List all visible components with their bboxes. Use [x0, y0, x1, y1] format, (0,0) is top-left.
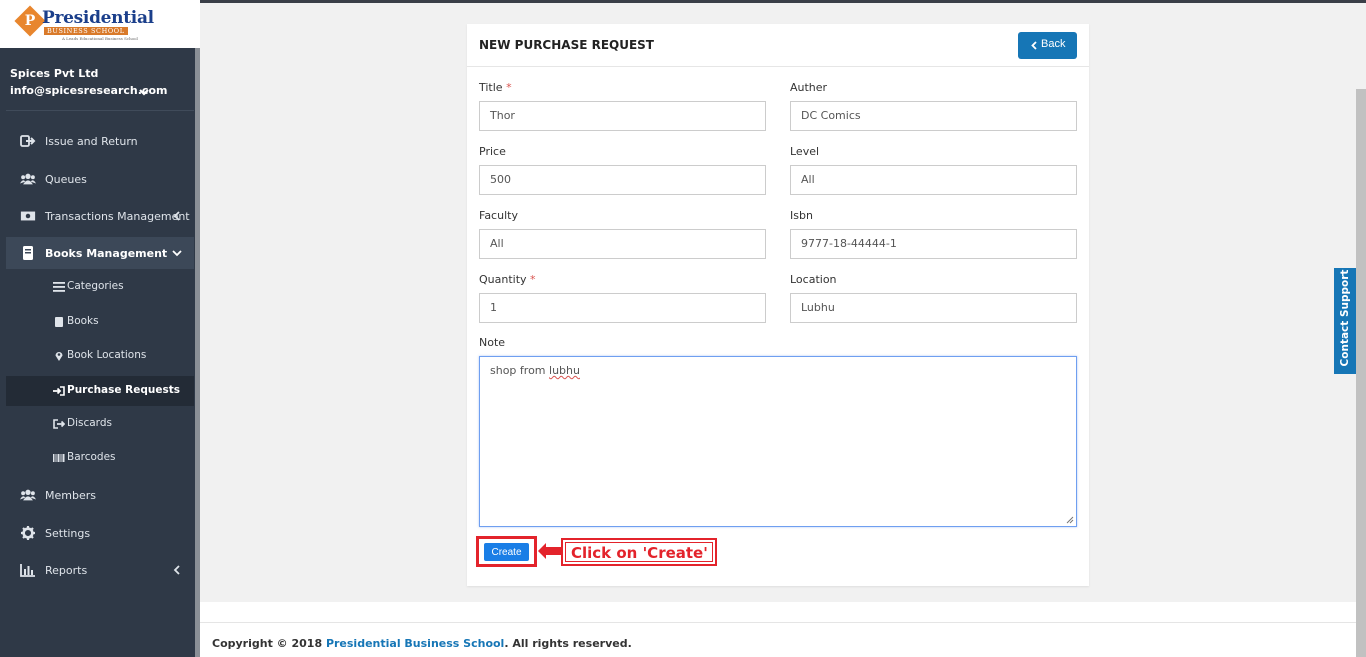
sidebar-subitem-label: Purchase Requests [67, 384, 180, 396]
sidebar-subitem-book-locations[interactable]: Book Locations [6, 341, 194, 371]
divider [6, 110, 194, 111]
sidebar-subitem-label: Barcodes [67, 451, 116, 463]
sidebar-item-settings[interactable]: Settings [6, 517, 194, 549]
chevron-left-icon [1031, 41, 1037, 50]
required-mark: * [506, 81, 512, 94]
faculty-label: Faculty [479, 209, 518, 222]
logo-name: Presidential [42, 8, 154, 28]
arrow-left-icon [538, 543, 562, 559]
sidebar-item-label: Transactions Management [45, 210, 190, 223]
book-icon [23, 246, 33, 260]
list-icon [53, 282, 65, 292]
back-button[interactable]: Back [1018, 32, 1077, 59]
auther-label: Auther [790, 81, 828, 94]
sign-out-icon [53, 419, 65, 429]
logo[interactable]: P Presidential BUSINESS SCHOOL A Leads E… [0, 0, 200, 48]
sidebar-item-issue-and-return[interactable]: Issue and Return [6, 125, 194, 157]
spellcheck-flagged-word: lubhu [549, 364, 580, 377]
quantity-label: Quantity * [479, 273, 536, 286]
copyright-text: Copyright © 2018 Presidential Business S… [212, 637, 632, 650]
map-marker-icon [55, 352, 63, 361]
sign-out-icon [20, 135, 36, 147]
chevron-down-icon [172, 250, 182, 257]
note-text: shop from [490, 364, 550, 377]
back-button-label: Back [1041, 38, 1066, 50]
sidebar-item-label: Reports [45, 564, 88, 577]
sidebar-subitem-books[interactable]: Books [6, 307, 194, 337]
money-icon [20, 211, 36, 221]
book-icon [55, 317, 63, 327]
chevron-down-icon[interactable] [138, 86, 150, 98]
location-input[interactable]: Lubhu [790, 293, 1077, 323]
resize-handle-icon[interactable] [1066, 516, 1074, 524]
purchase-request-form: NEW PURCHASE REQUEST Back Title * Thor A… [467, 24, 1089, 586]
sidebar-subitem-barcodes[interactable]: Barcodes [6, 443, 194, 473]
sidebar-subitem-label: Book Locations [67, 349, 147, 361]
barcode-icon [53, 454, 65, 462]
sidebar: P Presidential BUSINESS SCHOOL A Leads E… [0, 0, 200, 657]
footer: Copyright © 2018 Presidential Business S… [200, 622, 1356, 657]
location-label: Location [790, 273, 837, 286]
level-label: Level [790, 145, 820, 158]
gear-icon [21, 526, 35, 540]
sidebar-item-queues[interactable]: Queues [6, 163, 194, 195]
chevron-left-icon [173, 211, 180, 221]
form-header: NEW PURCHASE REQUEST Back [467, 24, 1089, 67]
sidebar-subitem-purchase-requests[interactable]: Purchase Requests [6, 376, 194, 406]
contact-support-tab[interactable]: Contact Support [1334, 268, 1356, 374]
company-name: Spices Pvt Ltd [10, 67, 99, 80]
users-icon [20, 173, 36, 185]
sidebar-subitem-categories[interactable]: Categories [6, 272, 194, 302]
logo-subtitle: BUSINESS SCHOOL [44, 27, 128, 35]
sidebar-subitem-label: Discards [67, 417, 112, 429]
sidebar-item-label: Settings [45, 527, 91, 540]
quantity-input[interactable]: 1 [479, 293, 766, 323]
users-icon [20, 489, 36, 501]
sidebar-item-label: Members [45, 489, 96, 502]
logo-mark: P [14, 5, 46, 37]
sidebar-item-label: Queues [45, 173, 87, 186]
footer-link[interactable]: Presidential Business School [326, 637, 504, 650]
price-input[interactable]: 500 [479, 165, 766, 195]
logo-tagline: A Leads Educational Business School [62, 36, 138, 41]
annotation-text: Click on 'Create' [565, 542, 713, 562]
sidebar-subitem-discards[interactable]: Discards [6, 409, 194, 439]
isbn-label: Isbn [790, 209, 813, 222]
sidebar-item-members[interactable]: Members [6, 479, 194, 511]
bar-chart-icon [20, 564, 35, 577]
sidebar-item-books-management[interactable]: Books Management [6, 237, 194, 269]
isbn-input[interactable]: 9777-18-44444-1 [790, 229, 1077, 259]
page-scrollbar[interactable] [1356, 3, 1366, 657]
title-input[interactable]: Thor [479, 101, 766, 131]
level-input[interactable]: All [790, 165, 1077, 195]
note-textarea[interactable]: shop from lubhu [479, 356, 1077, 527]
sidebar-item-label: Issue and Return [45, 135, 138, 148]
contact-support-label: Contact Support [1339, 269, 1351, 367]
title-label: Title * [479, 81, 512, 94]
page-title: NEW PURCHASE REQUEST [479, 38, 654, 52]
create-button[interactable]: Create [484, 543, 529, 561]
sidebar-subitem-label: Categories [67, 280, 124, 292]
sidebar-item-transactions-management[interactable]: Transactions Management [6, 200, 194, 232]
create-highlight-box: Create [476, 536, 537, 567]
sidebar-subitem-label: Books [67, 315, 99, 327]
sign-in-icon [53, 386, 65, 396]
footer-spacer [200, 602, 1356, 622]
note-label: Note [479, 336, 506, 349]
sidebar-item-reports[interactable]: Reports [6, 554, 194, 586]
required-mark: * [530, 273, 536, 286]
auther-input[interactable]: DC Comics [790, 101, 1077, 131]
annotation-callout: Click on 'Create' [561, 538, 717, 566]
sidebar-item-label: Books Management [45, 247, 168, 260]
price-label: Price [479, 145, 506, 158]
chevron-left-icon [173, 565, 180, 575]
scrollbar-thumb[interactable] [1356, 89, 1366, 657]
faculty-input[interactable]: All [479, 229, 766, 259]
